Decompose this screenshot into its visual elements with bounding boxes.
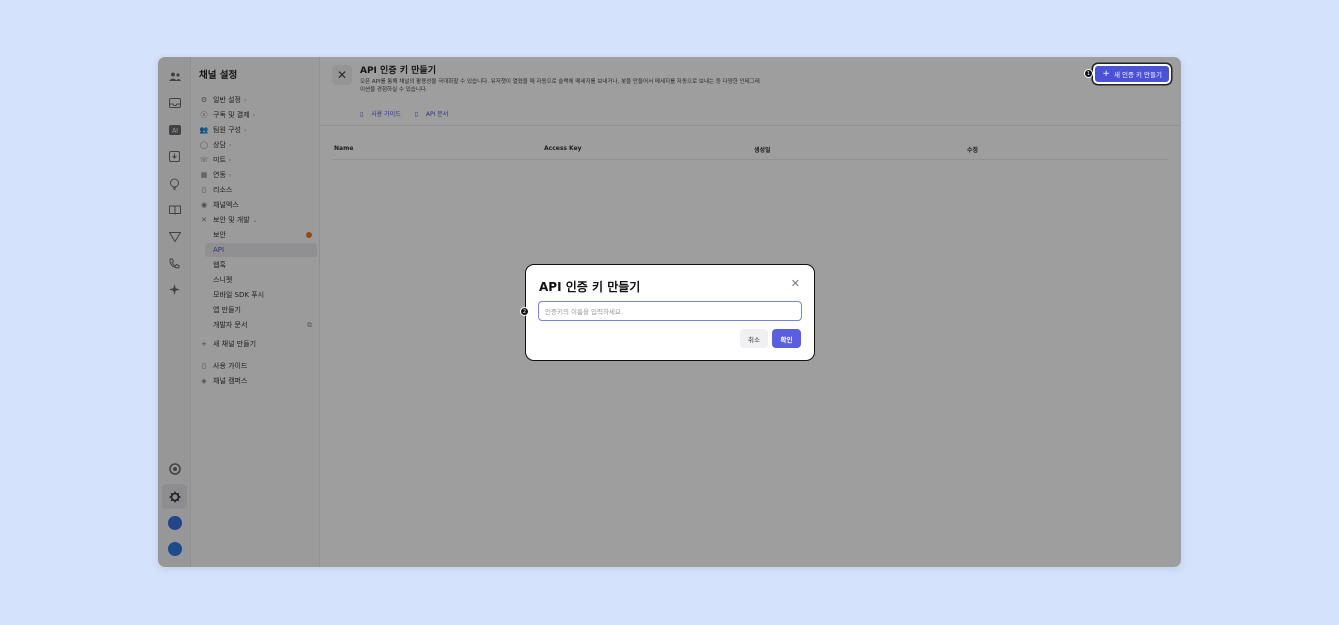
key-name-input[interactable]: 인증키의 이름을 입력하세요. [538, 301, 802, 321]
create-key-dialog: API 인증 키 만들기 ✕ 인증키의 이름을 입력하세요. 취소 확인 [525, 264, 815, 361]
step-marker-2: 2 [520, 307, 529, 316]
close-icon[interactable]: ✕ [791, 277, 800, 290]
plus-icon: + [1102, 69, 1110, 79]
create-key-label: 새 인증 키 만들기 [1113, 71, 1162, 79]
create-key-button[interactable]: + 새 인증 키 만들기 [1093, 64, 1171, 84]
dialog-title: API 인증 키 만들기 [539, 280, 641, 294]
step-marker-1: 1 [1084, 69, 1093, 78]
confirm-button[interactable]: 확인 [772, 329, 801, 348]
cancel-button[interactable]: 취소 [740, 329, 768, 348]
